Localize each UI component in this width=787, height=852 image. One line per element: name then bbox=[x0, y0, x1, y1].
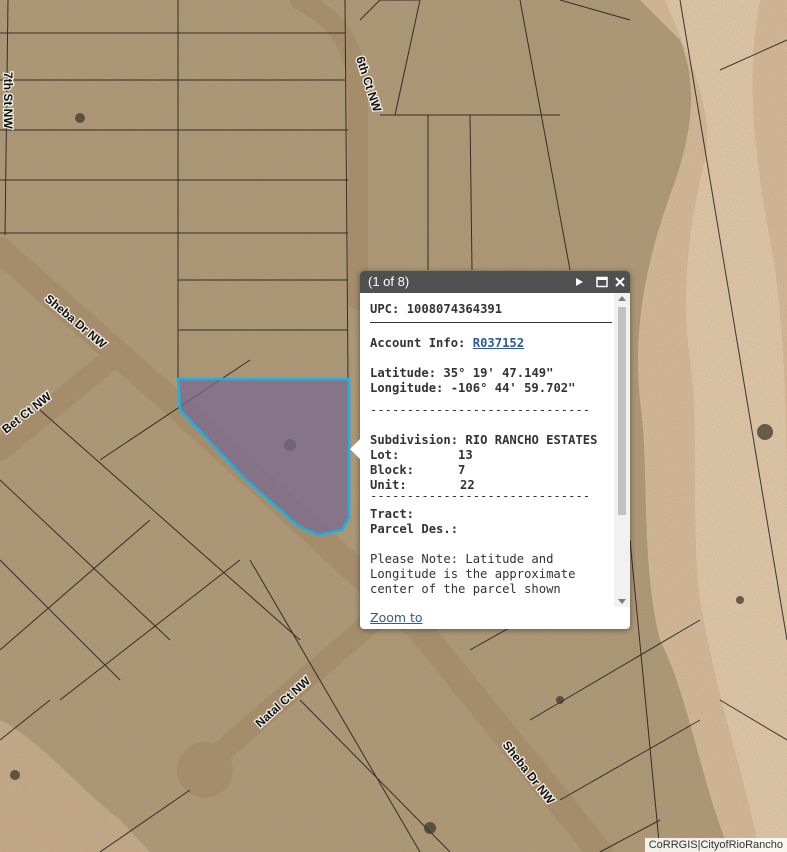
popup-content[interactable]: UPC: 1008074364391 Account Info: R037152… bbox=[360, 293, 630, 607]
zoom-to-link[interactable]: Zoom to bbox=[370, 610, 423, 625]
tract-label: Tract: bbox=[370, 507, 415, 521]
lot-value: 13 bbox=[458, 448, 473, 462]
latitude-label: Latitude: bbox=[370, 366, 437, 380]
maximize-icon[interactable] bbox=[595, 275, 609, 289]
scroll-thumb[interactable] bbox=[618, 307, 626, 515]
popup-header: (1 of 8) bbox=[360, 271, 630, 293]
latitude-value: 35° 19' 47.149" bbox=[443, 366, 554, 380]
close-icon[interactable] bbox=[613, 275, 627, 289]
popup-scrollbar[interactable] bbox=[614, 293, 630, 607]
subdivision-value: RIO RANCHO ESTATES bbox=[465, 433, 598, 447]
scroll-up-icon[interactable] bbox=[618, 296, 626, 301]
lot-label: Lot: bbox=[370, 448, 400, 462]
scroll-down-icon[interactable] bbox=[618, 599, 626, 604]
upc-value: 1008074364391 bbox=[406, 302, 503, 316]
divider bbox=[370, 322, 612, 323]
map-attribution: CoRRGIS|CityofRioRancho bbox=[644, 838, 787, 852]
separator-line: ------------------------------ bbox=[370, 489, 591, 503]
upc-label: UPC: bbox=[370, 302, 400, 316]
note-text: Please Note: Latitude and Longitude is t… bbox=[370, 552, 576, 596]
popup-footer: Zoom to bbox=[370, 610, 423, 625]
subdivision-label: Subdivision: bbox=[370, 433, 459, 447]
block-label: Block: bbox=[370, 463, 415, 477]
longitude-value: -106° 44' 59.702" bbox=[450, 381, 576, 395]
longitude-label: Longitude: bbox=[370, 381, 444, 395]
parcel-des-label: Parcel Des.: bbox=[370, 522, 459, 536]
next-feature-icon[interactable] bbox=[572, 275, 586, 289]
road-cul-de-sac bbox=[177, 742, 233, 798]
account-label: Account Info: bbox=[370, 336, 466, 350]
block-value: 7 bbox=[458, 463, 466, 477]
popup-pointer bbox=[350, 439, 360, 459]
street-label-7th-st: 7th St NW bbox=[1, 72, 15, 129]
account-link[interactable]: R037152 bbox=[473, 336, 524, 350]
info-popup: (1 of 8) UPC: 1008074364391 Account Info… bbox=[350, 271, 630, 629]
popup-title: (1 of 8) bbox=[368, 274, 410, 289]
separator-line: ------------------------------ bbox=[370, 403, 591, 417]
